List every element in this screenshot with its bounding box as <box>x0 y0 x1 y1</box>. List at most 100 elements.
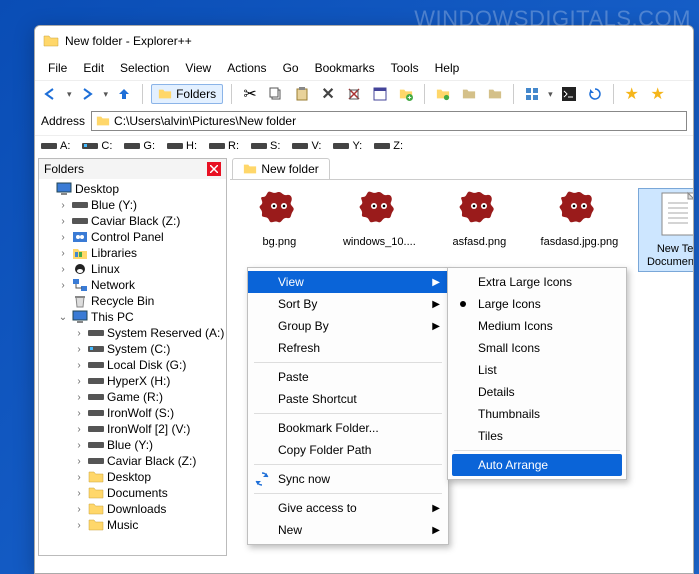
tree-item[interactable]: ›Blue (Y:) <box>41 437 224 453</box>
menu-bookmarks[interactable]: Bookmarks <box>308 58 382 78</box>
menu-go[interactable]: Go <box>276 58 306 78</box>
views-icon[interactable] <box>522 84 542 104</box>
drive-g[interactable]: G: <box>124 140 155 152</box>
menu-item[interactable]: New▶ <box>248 519 448 541</box>
drive-s[interactable]: S: <box>251 140 280 152</box>
tree-item[interactable]: ›Local Disk (G:) <box>41 357 224 373</box>
delete-perm-icon[interactable] <box>344 84 364 104</box>
bookmark-add-icon[interactable]: ★ <box>648 84 668 104</box>
tree-item[interactable]: ›Downloads <box>41 501 224 517</box>
address-label: Address <box>41 114 85 128</box>
context-menu[interactable]: View▶Sort By▶Group By▶Refresh PastePaste … <box>247 267 449 545</box>
tree-item[interactable]: Recycle Bin <box>41 293 224 309</box>
folders-label: Folders <box>176 87 216 101</box>
folders-pane: Folders Desktop›Blue (Y:)›Caviar Black (… <box>38 158 227 556</box>
back-dropdown[interactable]: ▾ <box>67 89 72 100</box>
drive-y[interactable]: Y: <box>333 140 362 152</box>
menu-item[interactable]: Thumbnails <box>448 403 626 425</box>
file-item[interactable]: windows_10.... <box>338 188 420 249</box>
menu-item[interactable]: Refresh <box>248 337 448 359</box>
tree-item[interactable]: ›Desktop <box>41 469 224 485</box>
drive-v[interactable]: V: <box>292 140 321 152</box>
paste-icon[interactable] <box>292 84 312 104</box>
menu-item[interactable]: Sort By▶ <box>248 293 448 315</box>
menu-item[interactable]: Copy Folder Path <box>248 439 448 461</box>
window-title: New folder - Explorer++ <box>65 34 192 48</box>
tree-item[interactable]: ›IronWolf (S:) <box>41 405 224 421</box>
folders-toggle[interactable]: Folders <box>151 84 223 104</box>
menu-item[interactable]: Bookmark Folder... <box>248 417 448 439</box>
copy-icon[interactable] <box>266 84 286 104</box>
drive-z[interactable]: Z: <box>374 140 403 152</box>
menu-item[interactable]: Large Icons <box>448 293 626 315</box>
file-item[interactable]: New Text Document.txt <box>638 188 694 272</box>
menu-selection[interactable]: Selection <box>113 58 176 78</box>
menu-item[interactable]: Paste <box>248 366 448 388</box>
menu-item[interactable]: View▶ <box>248 271 448 293</box>
file-item[interactable]: bg.png <box>238 188 320 249</box>
address-bar: Address C:\Users\alvin\Pictures\New fold… <box>35 107 693 135</box>
tree-item[interactable]: ›Music <box>41 517 224 533</box>
menu-item[interactable]: Extra Large Icons <box>448 271 626 293</box>
tree-item[interactable]: ›System Reserved (A:) <box>41 325 224 341</box>
tree-item[interactable]: Desktop <box>41 181 224 197</box>
tree-item[interactable]: ›Documents <box>41 485 224 501</box>
menu-item[interactable]: Group By▶ <box>248 315 448 337</box>
views-dropdown[interactable]: ▾ <box>548 89 553 100</box>
up-button[interactable] <box>114 84 134 104</box>
file-item[interactable]: asfasd.png <box>438 188 520 249</box>
menu-item[interactable]: Details <box>448 381 626 403</box>
drive-a[interactable]: A: <box>41 140 70 152</box>
back-button[interactable] <box>41 84 61 104</box>
drive-r[interactable]: R: <box>209 140 239 152</box>
terminal-icon[interactable] <box>559 84 579 104</box>
menu-item[interactable]: Small Icons <box>448 337 626 359</box>
tree-item[interactable]: ›Game (R:) <box>41 389 224 405</box>
view-submenu[interactable]: Extra Large IconsLarge IconsMedium Icons… <box>447 267 627 480</box>
menu-item[interactable]: Give access to▶ <box>248 497 448 519</box>
tree-item[interactable]: ›Linux <box>41 261 224 277</box>
tree-item[interactable]: ›Blue (Y:) <box>41 197 224 213</box>
folder-tree[interactable]: Desktop›Blue (Y:)›Caviar Black (Z:)›Cont… <box>39 179 226 555</box>
folders-title: Folders <box>44 162 84 176</box>
drive-c[interactable]: C: <box>82 140 112 152</box>
menu-edit[interactable]: Edit <box>76 58 111 78</box>
tree-item[interactable]: ›Network <box>41 277 224 293</box>
move-to-icon[interactable] <box>459 84 479 104</box>
tree-item[interactable]: ›Caviar Black (Z:) <box>41 453 224 469</box>
delete-icon[interactable]: ✕ <box>318 84 338 104</box>
properties-icon[interactable] <box>370 84 390 104</box>
menu-item[interactable]: List <box>448 359 626 381</box>
address-path: C:\Users\alvin\Pictures\New folder <box>114 114 296 128</box>
drive-h[interactable]: H: <box>167 140 197 152</box>
file-item[interactable]: fasdasd.jpg.png <box>538 188 620 249</box>
address-input[interactable]: C:\Users\alvin\Pictures\New folder <box>91 111 687 131</box>
tree-item[interactable]: ›Control Panel <box>41 229 224 245</box>
tab-new-folder[interactable]: New folder <box>232 158 329 179</box>
menu-item[interactable]: Medium Icons <box>448 315 626 337</box>
menu-view[interactable]: View <box>178 58 218 78</box>
forward-dropdown[interactable]: ▾ <box>104 89 109 100</box>
folder-icon-3[interactable] <box>485 84 505 104</box>
tree-item[interactable]: ›IronWolf [2] (V:) <box>41 421 224 437</box>
tree-item[interactable]: ⌄This PC <box>41 309 224 325</box>
refresh-icon[interactable] <box>585 84 605 104</box>
tree-item[interactable]: ›System (C:) <box>41 341 224 357</box>
copy-to-icon[interactable] <box>433 84 453 104</box>
bookmark-icon[interactable]: ★ <box>622 84 642 104</box>
menu-file[interactable]: File <box>41 58 74 78</box>
menu-item[interactable]: Auto Arrange <box>452 454 622 476</box>
menu-item[interactable]: Paste Shortcut <box>248 388 448 410</box>
cut-icon[interactable]: ✂ <box>240 84 260 104</box>
tree-item[interactable]: ›HyperX (H:) <box>41 373 224 389</box>
menu-help[interactable]: Help <box>428 58 467 78</box>
menu-actions[interactable]: Actions <box>220 58 273 78</box>
menu-tools[interactable]: Tools <box>384 58 426 78</box>
close-folders-button[interactable] <box>207 162 221 176</box>
menu-item[interactable]: Sync now <box>248 468 448 490</box>
new-folder-icon[interactable] <box>396 84 416 104</box>
forward-button[interactable] <box>78 84 98 104</box>
menu-item[interactable]: Tiles <box>448 425 626 447</box>
tree-item[interactable]: ›Libraries <box>41 245 224 261</box>
tree-item[interactable]: ›Caviar Black (Z:) <box>41 213 224 229</box>
